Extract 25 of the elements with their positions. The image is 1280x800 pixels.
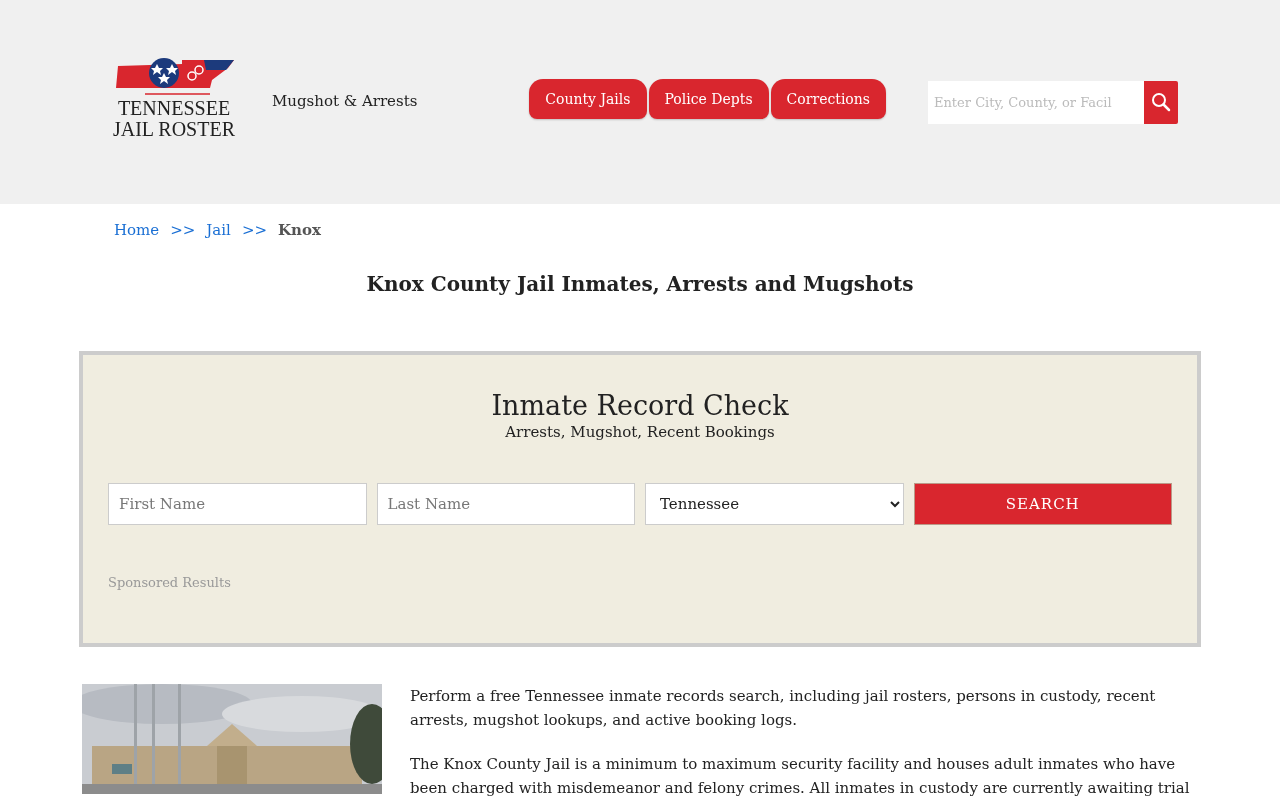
sponsored-label: Sponsored Results	[108, 575, 232, 590]
site-tagline: Mugshot & Arrests	[272, 92, 418, 110]
first-name-field[interactable]: First Name	[108, 483, 367, 525]
nav-tab[interactable]: Police Depts	[648, 79, 769, 119]
breadcrumb-separator: >>	[241, 221, 268, 239]
nav-tab[interactable]: County Jails	[529, 79, 647, 119]
page-title: Knox County Jail Inmates, Arrests and Mugshots	[365, 272, 915, 296]
breadcrumb-link[interactable]: Jail	[206, 221, 231, 239]
breadcrumb-current: Knox	[278, 221, 321, 239]
search-field[interactable]: Enter City, County, or Facil	[928, 80, 1144, 124]
breadcrumb-separator: >>	[170, 221, 196, 239]
state-dropdown[interactable]: Tennessee	[645, 483, 904, 525]
description-paragraph: Perform a free Tennessee inmate records search, including jail rosters, persons in custody, recent arrests, mugshot lookups, and active booking logs.	[410, 686, 1157, 731]
site-logo[interactable]: TENNESSEE JAIL ROSTER	[110, 58, 238, 140]
search-button[interactable]	[1144, 80, 1178, 124]
description-paragraph: The Knox County Jail is a minimum to maximum security facility and houses adult inmates who have been charged with misdemeanor and felony crimes. All inmates in custody are currently awaiting trial	[410, 754, 1191, 799]
logo-text: TENNESSEE	[117, 98, 231, 119]
logo-text: JAIL ROSTER	[112, 119, 235, 140]
nav-tab[interactable]: Corrections	[770, 79, 886, 119]
search-icon	[1151, 92, 1171, 112]
panel-title: Inmate Record Check	[490, 389, 790, 423]
last-name-field[interactable]: Last Name	[376, 483, 635, 525]
search-button[interactable]: SEARCH	[913, 483, 1172, 525]
panel-subtitle: Arrests, Mugshot, Recent Bookings	[504, 423, 776, 441]
breadcrumb-link[interactable]: Home	[114, 221, 160, 239]
